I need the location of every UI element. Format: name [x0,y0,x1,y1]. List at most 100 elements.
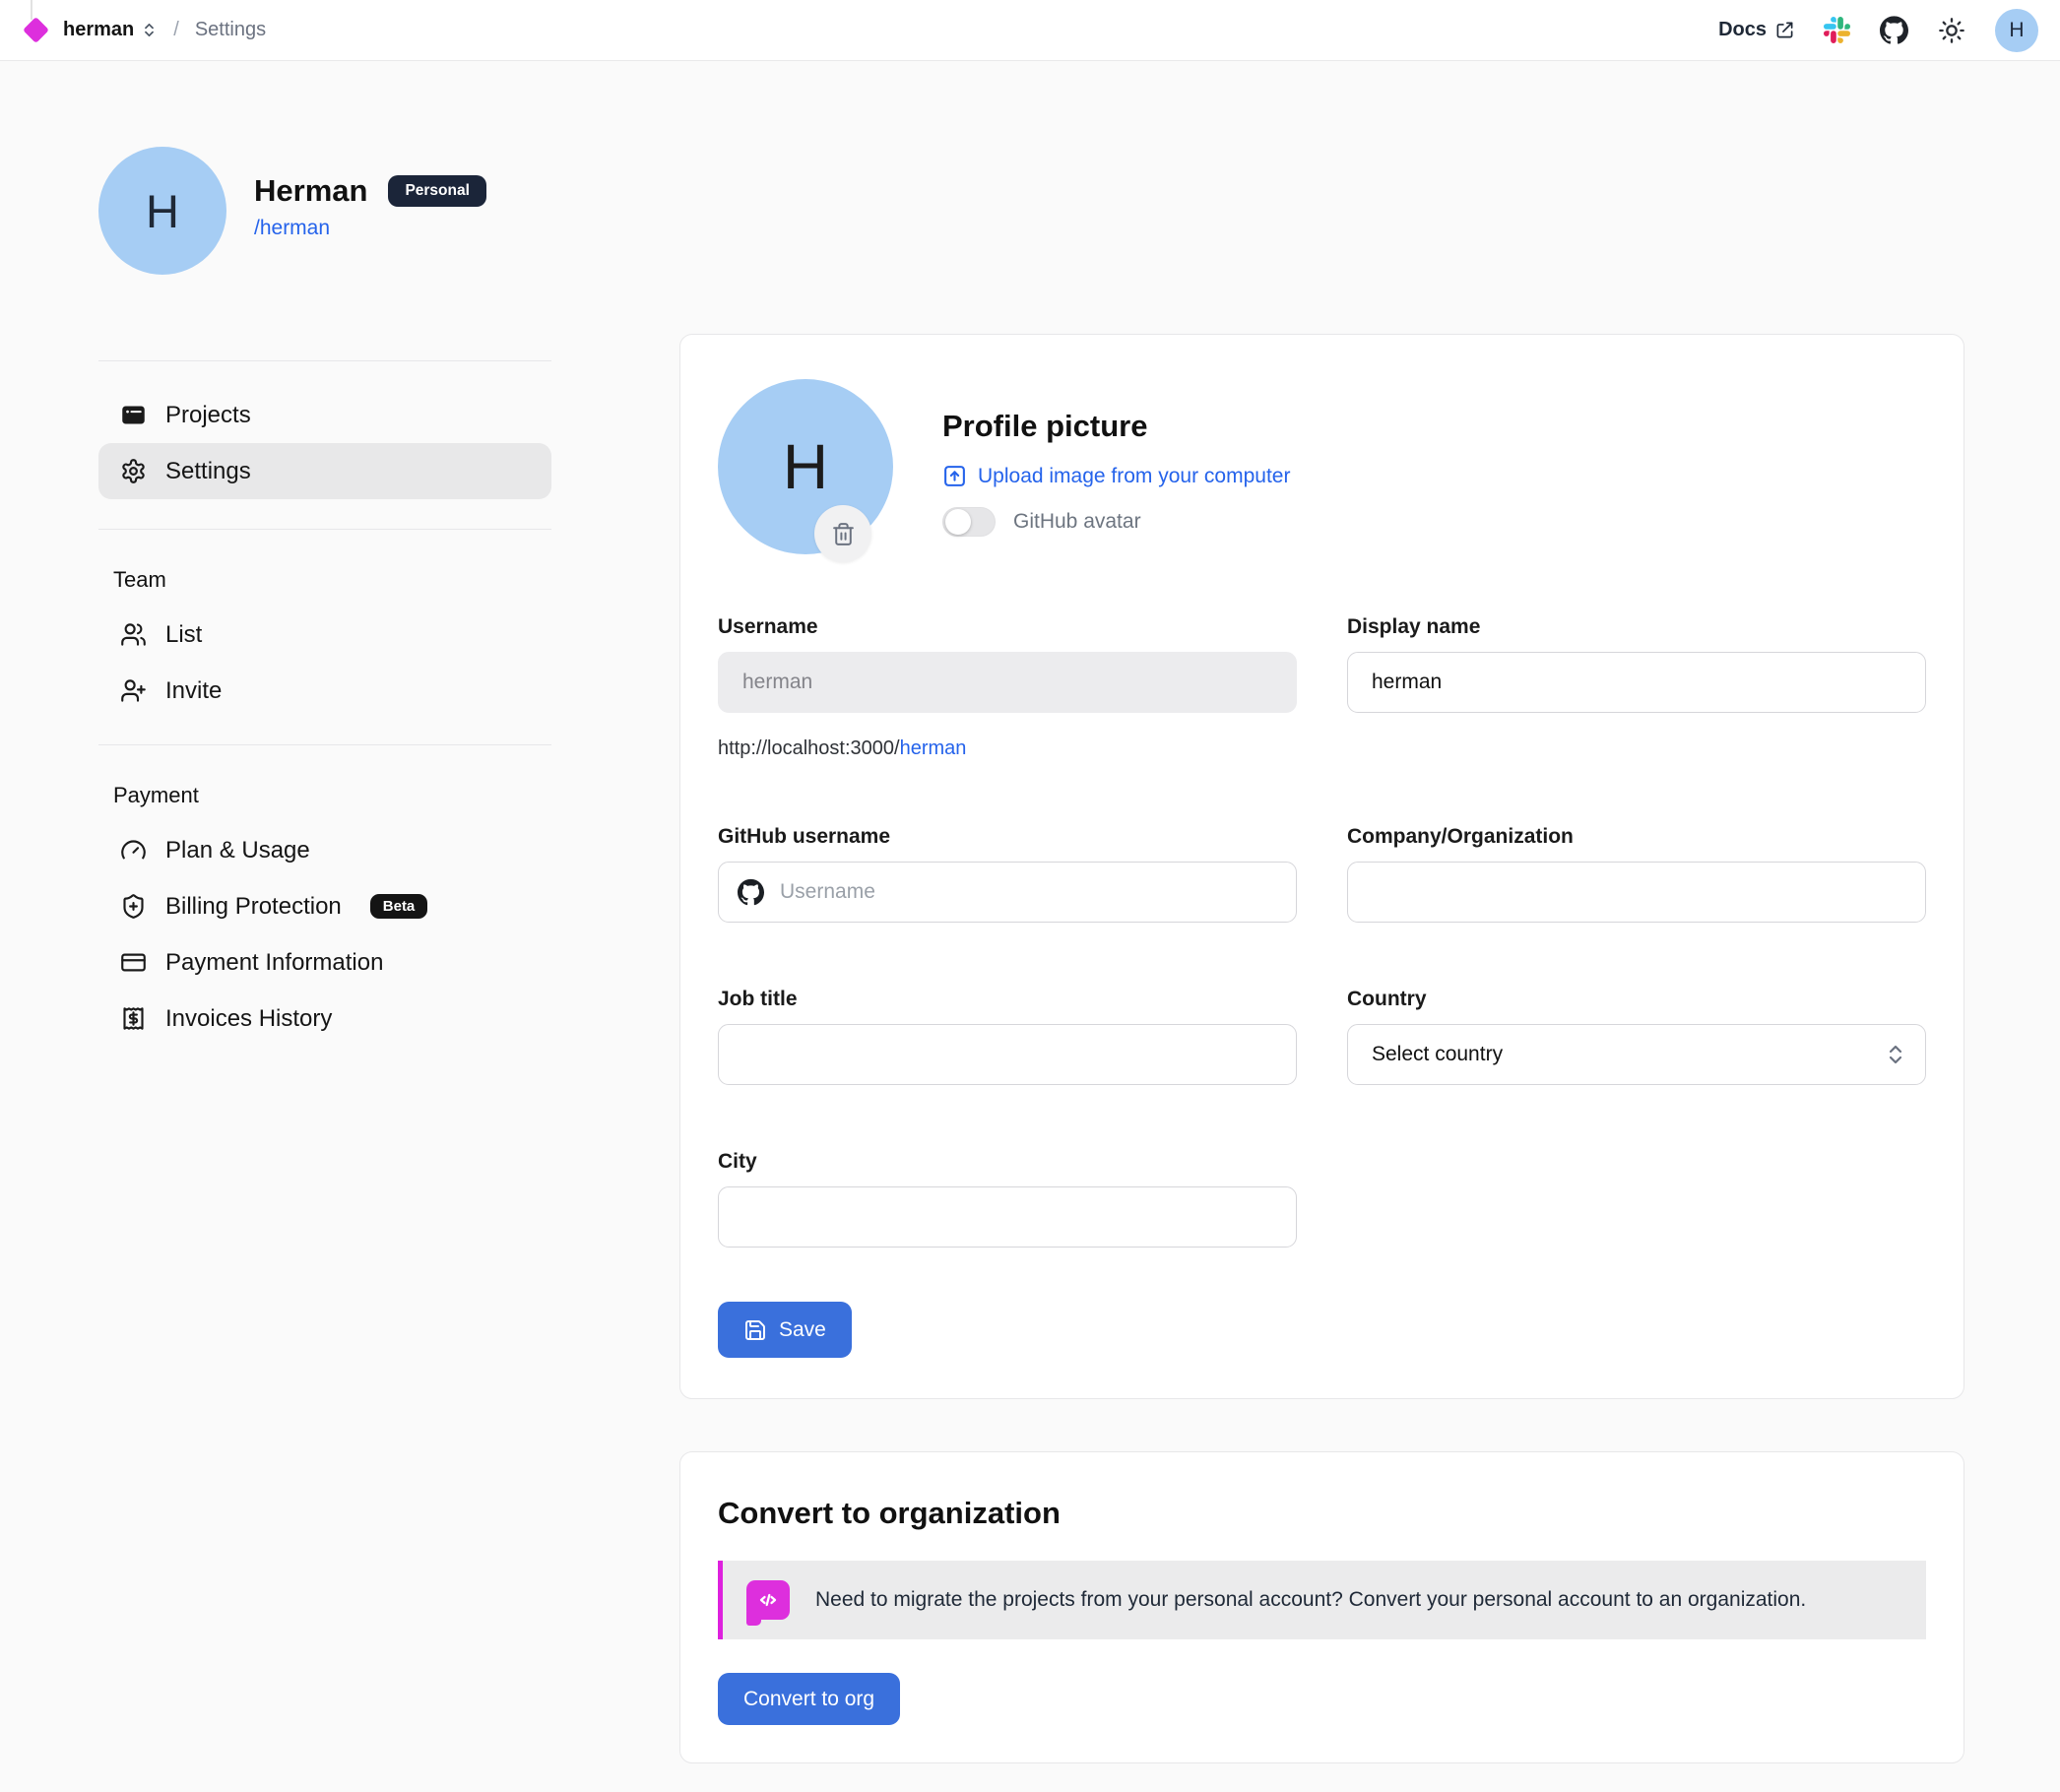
display-name-input[interactable] [1347,652,1926,713]
toggle-knob [945,509,971,535]
slack-icon[interactable] [1824,17,1850,43]
sidebar-item-plan-usage[interactable]: Plan & Usage [98,822,551,878]
convert-title: Convert to organization [718,1496,1926,1531]
user-avatar-initial: H [2009,19,2024,42]
sidebar-item-invoices-history[interactable]: Invoices History [98,991,551,1047]
github-icon[interactable] [1880,16,1908,44]
github-username-input[interactable] [718,862,1297,923]
topbar: herman / Settings Docs H [0,0,2060,61]
sidebar-item-label: Plan & Usage [165,837,310,864]
sidebar-section-payment: Payment [98,783,551,808]
sidebar-item-label: Billing Protection [165,893,342,921]
save-button-label: Save [779,1318,826,1342]
field-company: Company/Organization [1347,825,1926,923]
sidebar-item-label: List [165,621,202,649]
divider [98,529,551,530]
brand-diamond-icon [23,17,49,43]
profile-avatar-initial: H [146,184,179,238]
profile-url-prefix: http://localhost:3000/ [718,737,900,759]
sidebar-item-projects[interactable]: Projects [98,387,551,443]
convert-info-box: Need to migrate the projects from your p… [718,1561,1926,1639]
projects-icon [120,402,147,428]
job-title-label: Job title [718,988,1297,1011]
personal-badge: Personal [388,175,485,207]
sidebar-item-team-invite[interactable]: Invite [98,663,551,719]
username-label: Username [718,615,1297,639]
field-username: Username http://localhost:3000/herman [718,615,1297,760]
profile-url-user-link[interactable]: herman [900,737,967,759]
popover-caret-artifact [31,0,32,20]
sidebar-item-label: Invite [165,677,222,705]
save-button[interactable]: Save [718,1302,852,1358]
sidebar-section-team: Team [98,567,551,593]
profile-header: H Herman Personal /herman [98,147,2060,275]
main-content: H Profile picture Upload image fro [679,275,1964,1763]
code-icon [746,1580,790,1620]
credit-card-icon [120,949,147,976]
workspace-switcher[interactable]: herman [63,19,158,41]
field-city: City [718,1150,1297,1248]
company-input[interactable] [1347,862,1926,923]
sidebar-item-settings[interactable]: Settings [98,443,551,499]
field-display-name: Display name [1347,615,1926,760]
upload-icon [942,464,967,488]
field-country: Country Select country [1347,988,1926,1085]
username-input [718,652,1297,713]
profile-settings-card: H Profile picture Upload image fro [679,334,1964,1399]
breadcrumb-current-page: Settings [195,19,266,41]
convert-button-label: Convert to org [743,1688,874,1711]
github-username-label: GitHub username [718,825,1297,849]
delete-avatar-button[interactable] [814,505,871,562]
beta-badge: Beta [370,894,428,919]
sidebar-item-label: Settings [165,458,251,485]
job-title-input[interactable] [718,1024,1297,1085]
docs-label: Docs [1718,19,1767,41]
save-icon [743,1318,767,1342]
profile-picture-title: Profile picture [942,409,1290,444]
sidebar-item-team-list[interactable]: List [98,607,551,663]
docs-link[interactable]: Docs [1718,19,1794,41]
profile-url: http://localhost:3000/herman [718,737,1297,760]
divider [98,744,551,745]
profile-name: Herman [254,173,367,209]
theme-sun-icon[interactable] [1938,17,1965,44]
sidebar-item-label: Invoices History [165,1005,332,1033]
shield-plus-icon [120,893,147,920]
profile-form: Username http://localhost:3000/herman Di… [718,615,1926,1248]
convert-to-organization-card: Convert to organization Need to migrate … [679,1451,1964,1763]
convert-message: Need to migrate the projects from your p… [815,1588,1806,1612]
profile-picture-initial: H [783,430,828,503]
github-avatar-toggle-label: GitHub avatar [1013,510,1141,534]
sidebar-item-label: Projects [165,402,251,429]
country-label: Country [1347,988,1926,1011]
user-avatar[interactable]: H [1995,9,2038,52]
workspace-name: herman [63,19,134,41]
country-select[interactable]: Select country [1347,1024,1926,1085]
github-avatar-toggle[interactable] [942,507,996,537]
github-icon [738,879,764,906]
gear-icon [120,458,147,484]
gauge-icon [120,837,147,864]
receipt-icon [120,1005,147,1032]
upload-image-label: Upload image from your computer [978,465,1290,488]
external-link-icon [1775,21,1794,39]
chevrons-up-down-icon [1884,1043,1907,1066]
country-select-value: Select country [1372,1043,1503,1066]
convert-to-org-button[interactable]: Convert to org [718,1673,900,1725]
sidebar-item-billing-protection[interactable]: Billing Protection Beta [98,878,551,934]
sidebar-item-label: Payment Information [165,949,383,977]
city-input[interactable] [718,1186,1297,1248]
breadcrumb-separator: / [173,19,179,41]
profile-picture: H [718,379,893,554]
users-icon [120,621,147,648]
upload-image-link[interactable]: Upload image from your computer [942,464,1290,488]
city-label: City [718,1150,1297,1174]
user-plus-icon [120,677,147,704]
trash-icon [831,522,856,546]
field-github-username: GitHub username [718,825,1297,923]
display-name-label: Display name [1347,615,1926,639]
sidebar-item-payment-information[interactable]: Payment Information [98,934,551,991]
profile-handle-link[interactable]: /herman [254,217,330,240]
profile-avatar: H [98,147,226,275]
company-label: Company/Organization [1347,825,1926,849]
